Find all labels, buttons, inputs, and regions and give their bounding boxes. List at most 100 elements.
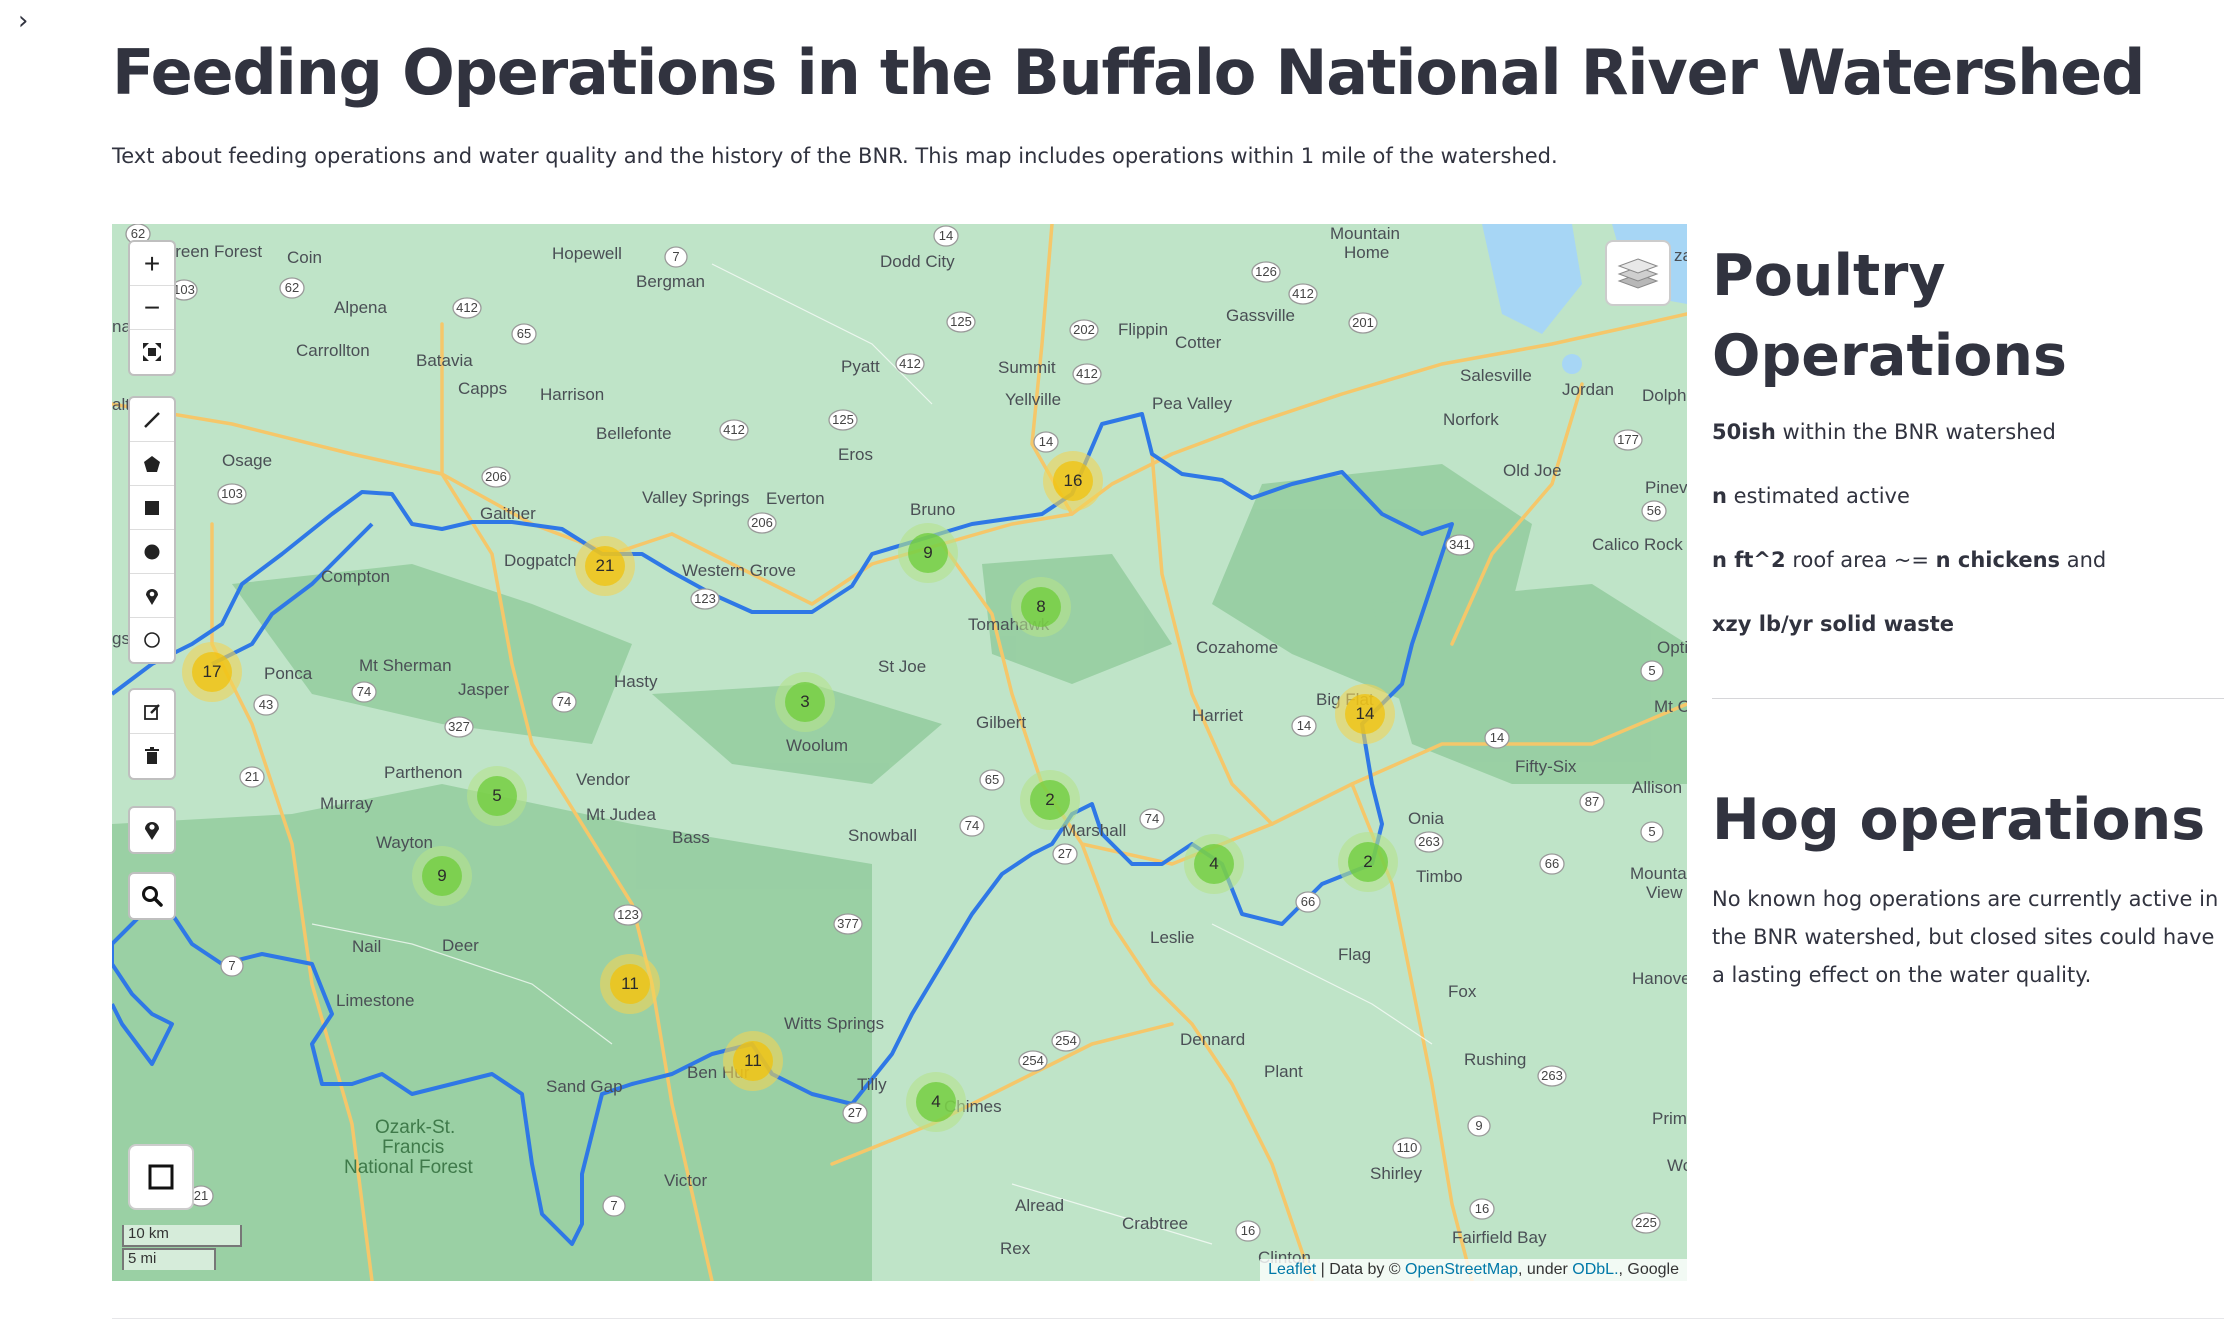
svg-text:Alread: Alread [1015,1196,1064,1215]
cluster-marker[interactable]: 21 [575,536,635,596]
layers-control-button[interactable] [1605,240,1671,306]
circle-icon [144,544,160,559]
svg-text:Fox: Fox [1448,982,1477,1001]
svg-text:263: 263 [1418,834,1440,849]
svg-text:Deer: Deer [442,936,479,955]
polygon-icon [144,455,160,472]
draw-polygon-button[interactable] [130,442,174,486]
svg-text:Wo: Wo [1667,1156,1687,1175]
draw-circlemarker-button[interactable] [130,618,174,662]
sidebar-expand-icon[interactable]: › [18,6,28,36]
cluster-marker[interactable]: 9 [898,523,958,583]
cluster-marker[interactable]: 2 [1020,770,1080,830]
svg-text:Tilly: Tilly [857,1075,887,1094]
svg-text:Gaither: Gaither [480,504,536,523]
svg-text:412: 412 [456,300,478,315]
svg-text:Hanover: Hanover [1632,969,1687,988]
cluster-marker[interactable]: 16 [1043,451,1103,511]
cluster-marker[interactable]: 2 [1338,832,1398,892]
svg-text:Ponca: Ponca [264,664,313,683]
odbl-link[interactable]: ODbL. [1572,1261,1618,1278]
svg-text:Onia: Onia [1408,809,1444,828]
svg-text:201: 201 [1352,315,1374,330]
svg-text:123: 123 [694,591,716,606]
cluster-marker[interactable]: 4 [906,1072,966,1132]
cluster-marker[interactable]: 3 [775,672,835,732]
zoom-in-button[interactable]: + [130,242,174,286]
cluster-count: 4 [1194,844,1234,884]
svg-text:14: 14 [1297,718,1311,733]
svg-text:Osage: Osage [222,451,272,470]
search-control [128,872,176,920]
svg-text:Timbo: Timbo [1416,867,1463,886]
svg-text:225: 225 [1635,1215,1657,1230]
marker-icon [146,588,158,605]
svg-text:Capps: Capps [458,379,507,398]
cluster-count: 5 [477,776,517,816]
svg-text:Bass: Bass [672,828,710,847]
poultry-stat-count: 50ish within the BNR watershed [1712,420,2056,444]
cluster-count: 17 [192,652,232,692]
edit-layers-button[interactable] [130,690,174,734]
fullscreen-button[interactable] [128,1144,194,1210]
svg-text:21: 21 [194,1188,208,1203]
locate-button[interactable] [130,808,174,852]
osm-link[interactable]: OpenStreetMap [1405,1261,1518,1278]
draw-toolbar [128,396,176,664]
cluster-marker[interactable]: 4 [1184,834,1244,894]
svg-text:Pinevi: Pinevi [1645,478,1687,497]
poultry-stat-active: n estimated active [1712,484,1910,508]
cluster-marker[interactable]: 8 [1011,577,1071,637]
svg-text:Compton: Compton [321,567,390,586]
svg-text:263: 263 [1541,1068,1563,1083]
svg-text:27: 27 [1058,846,1072,861]
poultry-stat-roof: n ft^2 roof area ~= n chickens and [1712,548,2106,572]
intro-text: Text about feeding operations and water … [112,144,1558,168]
leaflet-link[interactable]: Leaflet [1268,1261,1316,1278]
draw-polyline-button[interactable] [130,398,174,442]
cluster-count: 11 [610,964,650,1004]
svg-text:Mt Judea: Mt Judea [586,805,656,824]
svg-text:123: 123 [617,907,639,922]
zoom-out-button[interactable]: − [130,286,174,330]
delete-layers-button[interactable] [130,734,174,778]
svg-text:Shirley: Shirley [1370,1164,1422,1183]
svg-text:Gassville: Gassville [1226,306,1295,325]
cluster-marker[interactable]: 17 [182,642,242,702]
cluster-marker[interactable]: 5 [467,766,527,826]
svg-text:Victor: Victor [664,1171,707,1190]
cluster-marker[interactable]: 9 [412,846,472,906]
draw-rectangle-button[interactable] [130,486,174,530]
svg-text:Pyatt: Pyatt [841,357,880,376]
cluster-marker[interactable]: 14 [1335,684,1395,744]
svg-text:Murray: Murray [320,794,373,813]
svg-text:Dennard: Dennard [1180,1030,1245,1049]
svg-text:125: 125 [832,412,854,427]
svg-text:Francis: Francis [382,1137,444,1158]
cluster-marker[interactable]: 11 [723,1031,783,1091]
map-container[interactable]: Green Forest Coin Hopewell Bergman Dodd … [112,224,1687,1281]
svg-text:7: 7 [610,1198,617,1213]
svg-text:206: 206 [751,515,773,530]
fit-bounds-button[interactable] [130,330,174,374]
svg-text:74: 74 [1145,811,1159,826]
draw-marker-button[interactable] [130,574,174,618]
cluster-marker[interactable]: 11 [600,954,660,1014]
poultry-heading-line1: Poultry [1712,243,1946,309]
cluster-count: 4 [916,1082,956,1122]
svg-text:Bergman: Bergman [636,272,705,291]
svg-text:62: 62 [131,226,145,241]
svg-text:Calico Rock: Calico Rock [1592,535,1683,554]
draw-circle-button[interactable] [130,530,174,574]
svg-text:412: 412 [899,356,921,371]
circlemarker-icon [144,632,160,648]
svg-text:126: 126 [1255,264,1277,279]
attribution-text: , Google [1618,1261,1679,1278]
svg-text:Green Forest: Green Forest [162,242,262,261]
edit-icon [144,703,160,720]
hog-heading: Hog operations [1712,787,2206,853]
svg-text:za: za [1674,246,1687,265]
svg-text:Everton: Everton [766,489,825,508]
search-button[interactable] [130,874,174,918]
svg-text:Crabtree: Crabtree [1122,1214,1188,1233]
